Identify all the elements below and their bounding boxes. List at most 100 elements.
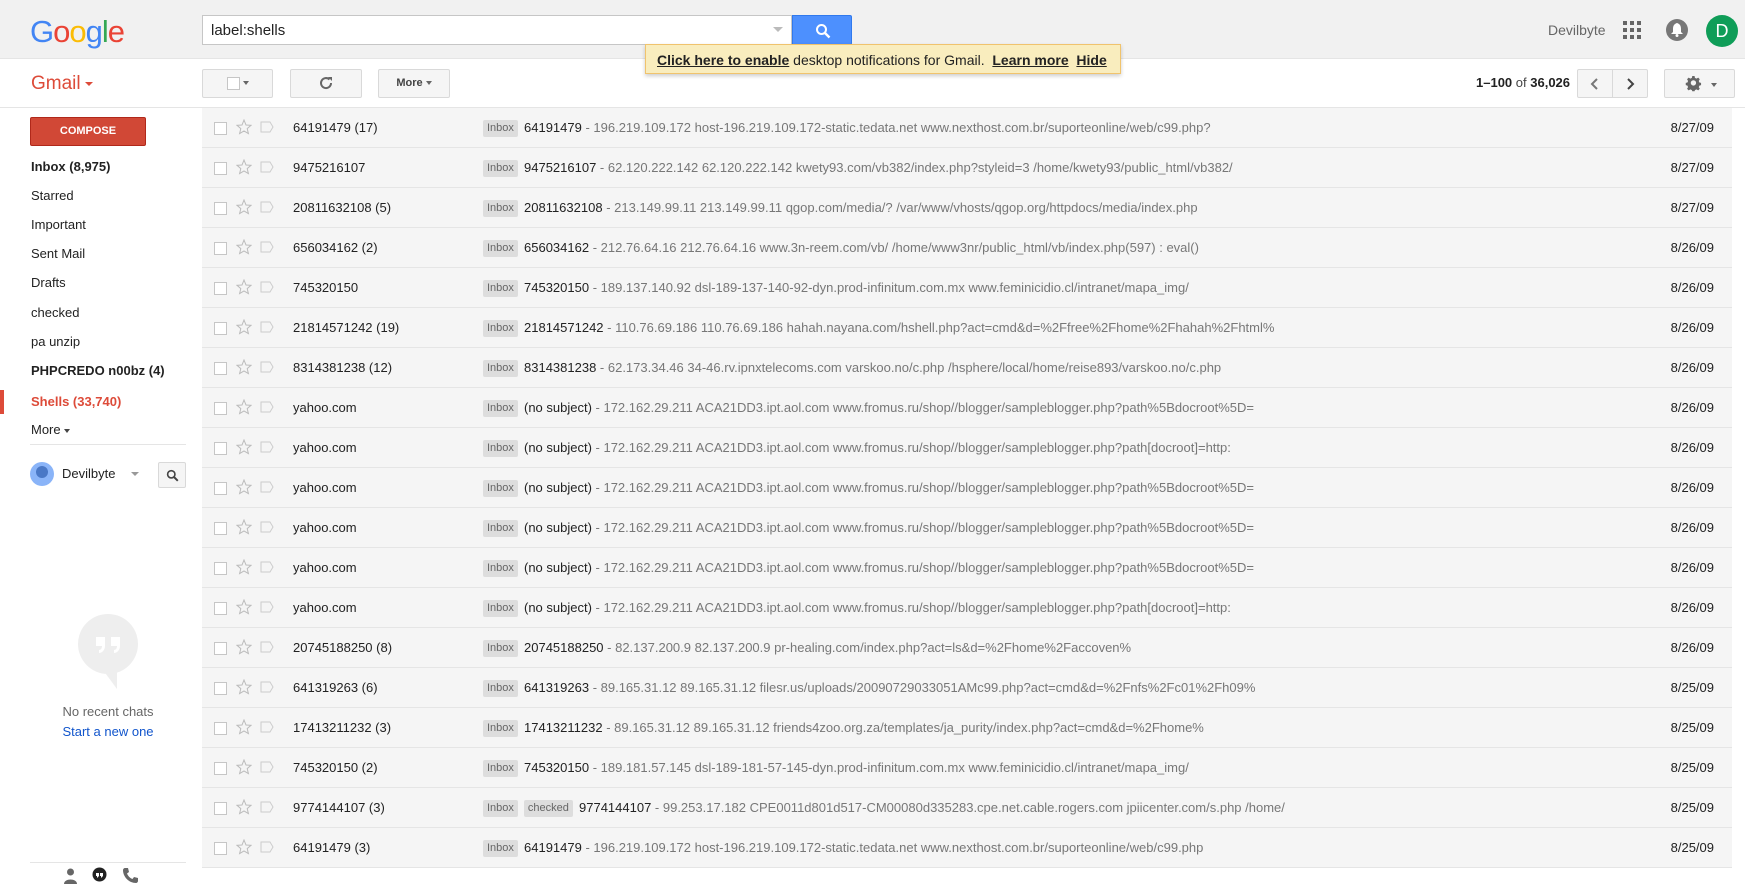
label-chip[interactable]: Inbox <box>483 720 518 737</box>
table-row[interactable]: yahoo.com Inbox (no subject) - 172.162.29.… <box>202 508 1732 548</box>
label-chip[interactable]: Inbox <box>483 360 518 377</box>
row-checkbox[interactable] <box>214 442 227 455</box>
row-checkbox[interactable] <box>214 282 227 295</box>
newer-button[interactable] <box>1577 69 1613 98</box>
learn-more-link[interactable]: Learn more <box>992 52 1068 68</box>
label-chip[interactable]: Inbox <box>483 320 518 337</box>
importance-marker-icon[interactable] <box>260 361 274 373</box>
importance-marker-icon[interactable] <box>260 161 274 173</box>
label-chip[interactable]: Inbox <box>483 560 518 577</box>
google-logo[interactable]: Google <box>30 14 125 50</box>
row-checkbox[interactable] <box>214 482 227 495</box>
sidebar-item-inbox[interactable]: Inbox (8,975) <box>0 155 200 179</box>
sidebar-item-more[interactable]: More <box>0 418 200 442</box>
label-chip[interactable]: Inbox <box>483 800 518 817</box>
person-icon[interactable] <box>62 867 79 884</box>
star-icon[interactable] <box>236 599 252 615</box>
label-chip[interactable]: Inbox <box>483 760 518 777</box>
star-icon[interactable] <box>236 639 252 655</box>
star-icon[interactable] <box>236 559 252 575</box>
enable-notifications-link[interactable]: Click here to enable <box>657 52 789 68</box>
table-row[interactable]: yahoo.com Inbox (no subject) - 172.162.29.… <box>202 588 1732 628</box>
star-icon[interactable] <box>236 319 252 335</box>
row-checkbox[interactable] <box>214 122 227 135</box>
sidebar-item-checked[interactable]: checked <box>0 301 200 325</box>
more-actions-button[interactable]: More <box>378 69 450 98</box>
label-chip[interactable]: Inbox <box>483 600 518 617</box>
table-row[interactable]: yahoo.com Inbox (no subject) - 172.162.29.… <box>202 548 1732 588</box>
settings-button[interactable] <box>1664 69 1735 98</box>
search-button[interactable] <box>792 15 852 45</box>
gmail-switcher[interactable]: Gmail <box>31 73 93 95</box>
label-chip[interactable]: Inbox <box>483 480 518 497</box>
star-icon[interactable] <box>236 479 252 495</box>
importance-marker-icon[interactable] <box>260 481 274 493</box>
table-row[interactable]: 8314381238 (12) Inbox 8314381238 - 62.173.… <box>202 348 1732 388</box>
importance-marker-icon[interactable] <box>260 441 274 453</box>
hide-link[interactable]: Hide <box>1076 52 1106 68</box>
label-chip[interactable]: Inbox <box>483 280 518 297</box>
chat-search-button[interactable] <box>158 462 186 488</box>
row-checkbox[interactable] <box>214 722 227 735</box>
label-chip[interactable]: Inbox <box>483 400 518 417</box>
sidebar-item-pa-unzip[interactable]: pa unzip <box>0 330 200 354</box>
importance-marker-icon[interactable] <box>260 281 274 293</box>
apps-grid-icon[interactable] <box>1623 21 1641 39</box>
label-chip[interactable]: Inbox <box>483 440 518 457</box>
star-icon[interactable] <box>236 399 252 415</box>
table-row[interactable]: 64191479 (3) Inbox 64191479 - 196.219.109.… <box>202 828 1732 868</box>
account-avatar[interactable]: D <box>1706 15 1738 47</box>
star-icon[interactable] <box>236 199 252 215</box>
row-checkbox[interactable] <box>214 642 227 655</box>
star-icon[interactable] <box>236 279 252 295</box>
row-checkbox[interactable] <box>214 242 227 255</box>
sidebar-item-shells[interactable]: Shells (33,740) <box>0 390 200 414</box>
sidebar-item-important[interactable]: Important <box>0 213 200 237</box>
phone-icon[interactable] <box>122 867 139 884</box>
row-checkbox[interactable] <box>214 202 227 215</box>
star-icon[interactable] <box>236 719 252 735</box>
star-icon[interactable] <box>236 119 252 135</box>
star-icon[interactable] <box>236 159 252 175</box>
row-checkbox[interactable] <box>214 362 227 375</box>
label-chip[interactable]: Inbox <box>483 840 518 857</box>
importance-marker-icon[interactable] <box>260 321 274 333</box>
star-icon[interactable] <box>236 839 252 855</box>
star-icon[interactable] <box>236 359 252 375</box>
hangouts-icon[interactable] <box>91 867 108 884</box>
star-icon[interactable] <box>236 239 252 255</box>
importance-marker-icon[interactable] <box>260 761 274 773</box>
sidebar-item-phpcredo[interactable]: PHPCREDO n00bz (4) <box>0 359 200 383</box>
row-checkbox[interactable] <box>214 682 227 695</box>
label-chip[interactable]: Inbox <box>483 160 518 177</box>
row-checkbox[interactable] <box>214 162 227 175</box>
table-row[interactable]: 21814571242 (19) Inbox 21814571242 - 110.7… <box>202 308 1732 348</box>
user-name[interactable]: Devilbyte <box>1548 22 1606 38</box>
importance-marker-icon[interactable] <box>260 121 274 133</box>
row-checkbox[interactable] <box>214 762 227 775</box>
star-icon[interactable] <box>236 519 252 535</box>
search-input[interactable] <box>203 16 763 44</box>
table-row[interactable]: 9774144107 (3) Inbox checked 9774144107 - 9… <box>202 788 1732 828</box>
table-row[interactable]: 745320150 (2) Inbox 745320150 - 189.181.57… <box>202 748 1732 788</box>
table-row[interactable]: 641319263 (6) Inbox 641319263 - 89.165.31.… <box>202 668 1732 708</box>
table-row[interactable]: 745320150 Inbox 745320150 - 189.137.140.92… <box>202 268 1732 308</box>
table-row[interactable]: yahoo.com Inbox (no subject) - 172.162.29.… <box>202 428 1732 468</box>
table-row[interactable]: 64191479 (17) Inbox 64191479 - 196.219.109… <box>202 108 1732 148</box>
row-checkbox[interactable] <box>214 322 227 335</box>
row-checkbox[interactable] <box>214 562 227 575</box>
star-icon[interactable] <box>236 799 252 815</box>
scrollbar[interactable] <box>1733 108 1745 883</box>
label-chip[interactable]: Inbox <box>483 200 518 217</box>
importance-marker-icon[interactable] <box>260 801 274 813</box>
table-row[interactable]: 9475216107 Inbox 9475216107 - 62.120.222.1… <box>202 148 1732 188</box>
importance-marker-icon[interactable] <box>260 721 274 733</box>
row-checkbox[interactable] <box>214 842 227 855</box>
search-options-chevron-icon[interactable] <box>773 27 783 32</box>
label-chip[interactable]: checked <box>523 800 573 817</box>
importance-marker-icon[interactable] <box>260 401 274 413</box>
start-new-chat-link[interactable]: Start a new one <box>0 724 216 739</box>
row-checkbox[interactable] <box>214 602 227 615</box>
row-checkbox[interactable] <box>214 802 227 815</box>
star-icon[interactable] <box>236 679 252 695</box>
